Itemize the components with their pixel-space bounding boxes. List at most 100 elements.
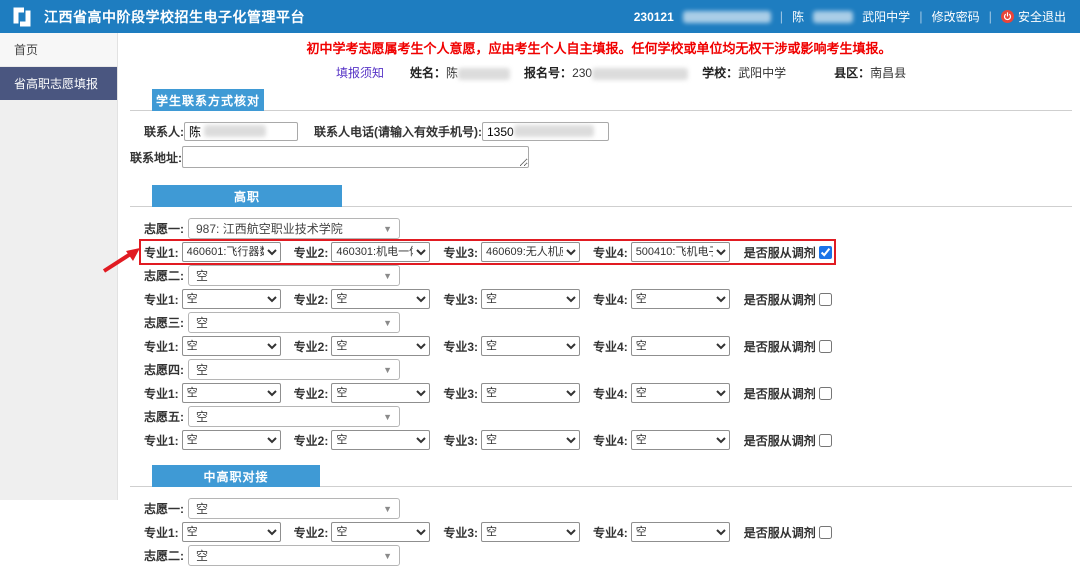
adjust-checkbox[interactable] bbox=[819, 246, 832, 259]
major4-label: 专业4: bbox=[593, 338, 628, 355]
zhonggaozhi-section-tab: 中高职对接 bbox=[152, 465, 320, 487]
major3-select[interactable]: 空 bbox=[481, 336, 580, 356]
adjust-checkbox[interactable] bbox=[819, 434, 832, 447]
major3-select[interactable]: 460609:无人机应用技术 bbox=[481, 242, 580, 262]
major3-label: 专业3: bbox=[443, 244, 478, 261]
adjust-checkbox[interactable] bbox=[819, 526, 832, 539]
major4-select[interactable]: 空 bbox=[631, 430, 730, 450]
contact-phone-wrap bbox=[482, 122, 609, 141]
sidebar-item-gaozhi-application[interactable]: 省高职志愿填报 bbox=[0, 67, 117, 100]
app-title: 江西省高中阶段学校招生电子化管理平台 bbox=[44, 7, 305, 27]
contact-row: 联系人: 联系人电话(请输入有效手机号): bbox=[144, 122, 1072, 141]
major4-select[interactable]: 空 bbox=[631, 383, 730, 403]
major3-label: 专业3: bbox=[443, 385, 478, 402]
header-separator: | bbox=[780, 9, 783, 24]
choice-row-2: 志愿二: 空 ▼ bbox=[144, 265, 1072, 286]
school-select[interactable]: 987: 江西航空职业技术学院 ▼ bbox=[188, 218, 400, 239]
sidebar-nav: 首页 省高职志愿填报 bbox=[0, 33, 118, 500]
major1-label: 专业1: bbox=[144, 291, 179, 308]
adjust-checkbox[interactable] bbox=[819, 293, 832, 306]
change-password-link[interactable]: 修改密码 bbox=[932, 8, 980, 25]
school-select[interactable]: 空 ▼ bbox=[188, 265, 400, 286]
redacted-blur bbox=[204, 125, 266, 137]
sidebar-item-home[interactable]: 首页 bbox=[0, 33, 117, 67]
choice-label: 志愿三: bbox=[144, 314, 184, 331]
school-select-value: 空 bbox=[196, 267, 208, 284]
major2-select[interactable]: 460301:机电一体化技术 bbox=[331, 242, 430, 262]
logout-button[interactable]: 安全退出 bbox=[1001, 8, 1066, 25]
major1-select[interactable]: 空 bbox=[182, 289, 281, 309]
adjust-label: 是否服从调剂 bbox=[744, 338, 816, 355]
major3-select[interactable]: 空 bbox=[481, 289, 580, 309]
choice-row-5: 志愿五: 空 ▼ bbox=[144, 406, 1072, 427]
chevron-down-icon: ▼ bbox=[383, 504, 392, 514]
major3-select[interactable]: 空 bbox=[481, 383, 580, 403]
header-user-area: 230121 | 陈 武阳中学 | 修改密码 | 安全退出 bbox=[634, 8, 1066, 25]
contact-name-label: 联系人: bbox=[144, 123, 184, 140]
major3-label: 专业3: bbox=[443, 338, 478, 355]
major2-select[interactable]: 空 bbox=[331, 430, 430, 450]
major4-label: 专业4: bbox=[593, 385, 628, 402]
major4-select[interactable]: 空 bbox=[631, 289, 730, 309]
redacted-blur bbox=[514, 125, 594, 137]
major2-select[interactable]: 空 bbox=[331, 336, 430, 356]
major3-select[interactable]: 空 bbox=[481, 430, 580, 450]
major2-select[interactable]: 空 bbox=[331, 522, 430, 542]
contact-address-textarea[interactable] bbox=[182, 146, 529, 168]
contact-phone-label: 联系人电话(请输入有效手机号): bbox=[314, 123, 482, 140]
contact-name-wrap bbox=[184, 122, 298, 141]
adjust-label: 是否服从调剂 bbox=[744, 524, 816, 541]
adjust-label: 是否服从调剂 bbox=[744, 385, 816, 402]
choice-row-3: 志愿三: 空 ▼ bbox=[144, 312, 1072, 333]
user-school: 武阳中学 bbox=[862, 8, 910, 25]
school-select[interactable]: 空 ▼ bbox=[188, 312, 400, 333]
redacted-blur bbox=[592, 68, 688, 80]
major2-label: 专业2: bbox=[294, 244, 329, 261]
page-body: 首页 省高职志愿填报 初中学考志愿属考生个人意愿，应由考生个人自主填报。任何学校… bbox=[0, 33, 1080, 500]
major1-select[interactable]: 空 bbox=[182, 383, 281, 403]
major2-label: 专业2: bbox=[294, 338, 329, 355]
major3-label: 专业3: bbox=[443, 291, 478, 308]
school-select[interactable]: 空 ▼ bbox=[188, 498, 400, 519]
major2-select[interactable]: 空 bbox=[331, 289, 430, 309]
choice-label: 志愿二: bbox=[144, 547, 184, 564]
major1-label: 专业1: bbox=[144, 244, 179, 261]
choice-label: 志愿一: bbox=[144, 500, 184, 517]
choice-label: 志愿一: bbox=[144, 220, 184, 237]
major4-select[interactable]: 空 bbox=[631, 522, 730, 542]
school-select[interactable]: 空 ▼ bbox=[188, 545, 400, 566]
choice-label: 志愿二: bbox=[144, 267, 184, 284]
majors-row-3: 专业1: 空 专业2: 空 专业3: 空 专业4: 空 是否服从调剂 bbox=[144, 336, 832, 356]
adjust-checkbox[interactable] bbox=[819, 340, 832, 353]
majors-row-3-wrap: 专业1: 空 专业2: 空 专业3: 空 专业4: 空 是否服从调剂 bbox=[144, 336, 832, 356]
top-header: 江西省高中阶段学校招生电子化管理平台 230121 | 陈 武阳中学 | 修改密… bbox=[0, 0, 1080, 33]
school-select[interactable]: 空 ▼ bbox=[188, 406, 400, 427]
student-district: 县区：南昌县 bbox=[834, 64, 906, 81]
major1-select[interactable]: 空 bbox=[182, 336, 281, 356]
major2-select[interactable]: 空 bbox=[331, 383, 430, 403]
major4-select[interactable]: 500410:飞机电子设备维 bbox=[631, 242, 730, 262]
major1-select[interactable]: 空 bbox=[182, 430, 281, 450]
student-info-bar: 填报须知 姓名：陈 报名号：230 学校：武阳中学 县区：南昌县 bbox=[118, 57, 1080, 90]
chevron-down-icon: ▼ bbox=[383, 271, 392, 281]
adjust-checkbox[interactable] bbox=[819, 387, 832, 400]
major1-label: 专业1: bbox=[144, 524, 179, 541]
redacted-blur bbox=[683, 11, 771, 23]
choice-row-4: 志愿四: 空 ▼ bbox=[144, 359, 1072, 380]
notice-banner: 初中学考志愿属考生个人意愿，应由考生个人自主填报。任何学校或单位均无权干涉或影响… bbox=[118, 40, 1080, 57]
major4-label: 专业4: bbox=[593, 432, 628, 449]
major3-select[interactable]: 空 bbox=[481, 522, 580, 542]
address-row: 联系地址: bbox=[130, 146, 1072, 168]
choice-row-1: 志愿一: 987: 江西航空职业技术学院 ▼ bbox=[144, 218, 1072, 239]
major4-select[interactable]: 空 bbox=[631, 336, 730, 356]
school-select-value: 空 bbox=[196, 361, 208, 378]
major1-select[interactable]: 空 bbox=[182, 522, 281, 542]
major1-select[interactable]: 460601:飞行器数字化制 bbox=[182, 242, 281, 262]
majors-row-4: 专业1: 空 专业2: 空 专业3: 空 专业4: 空 是否服从调剂 bbox=[144, 383, 832, 403]
chevron-down-icon: ▼ bbox=[383, 551, 392, 561]
choice-label: 志愿五: bbox=[144, 408, 184, 425]
guide-link[interactable]: 填报须知 bbox=[336, 64, 384, 81]
majors-row-5-wrap: 专业1: 空 专业2: 空 专业3: 空 专业4: 空 是否服从调剂 bbox=[144, 430, 832, 450]
redacted-blur bbox=[458, 68, 510, 80]
school-select[interactable]: 空 ▼ bbox=[188, 359, 400, 380]
